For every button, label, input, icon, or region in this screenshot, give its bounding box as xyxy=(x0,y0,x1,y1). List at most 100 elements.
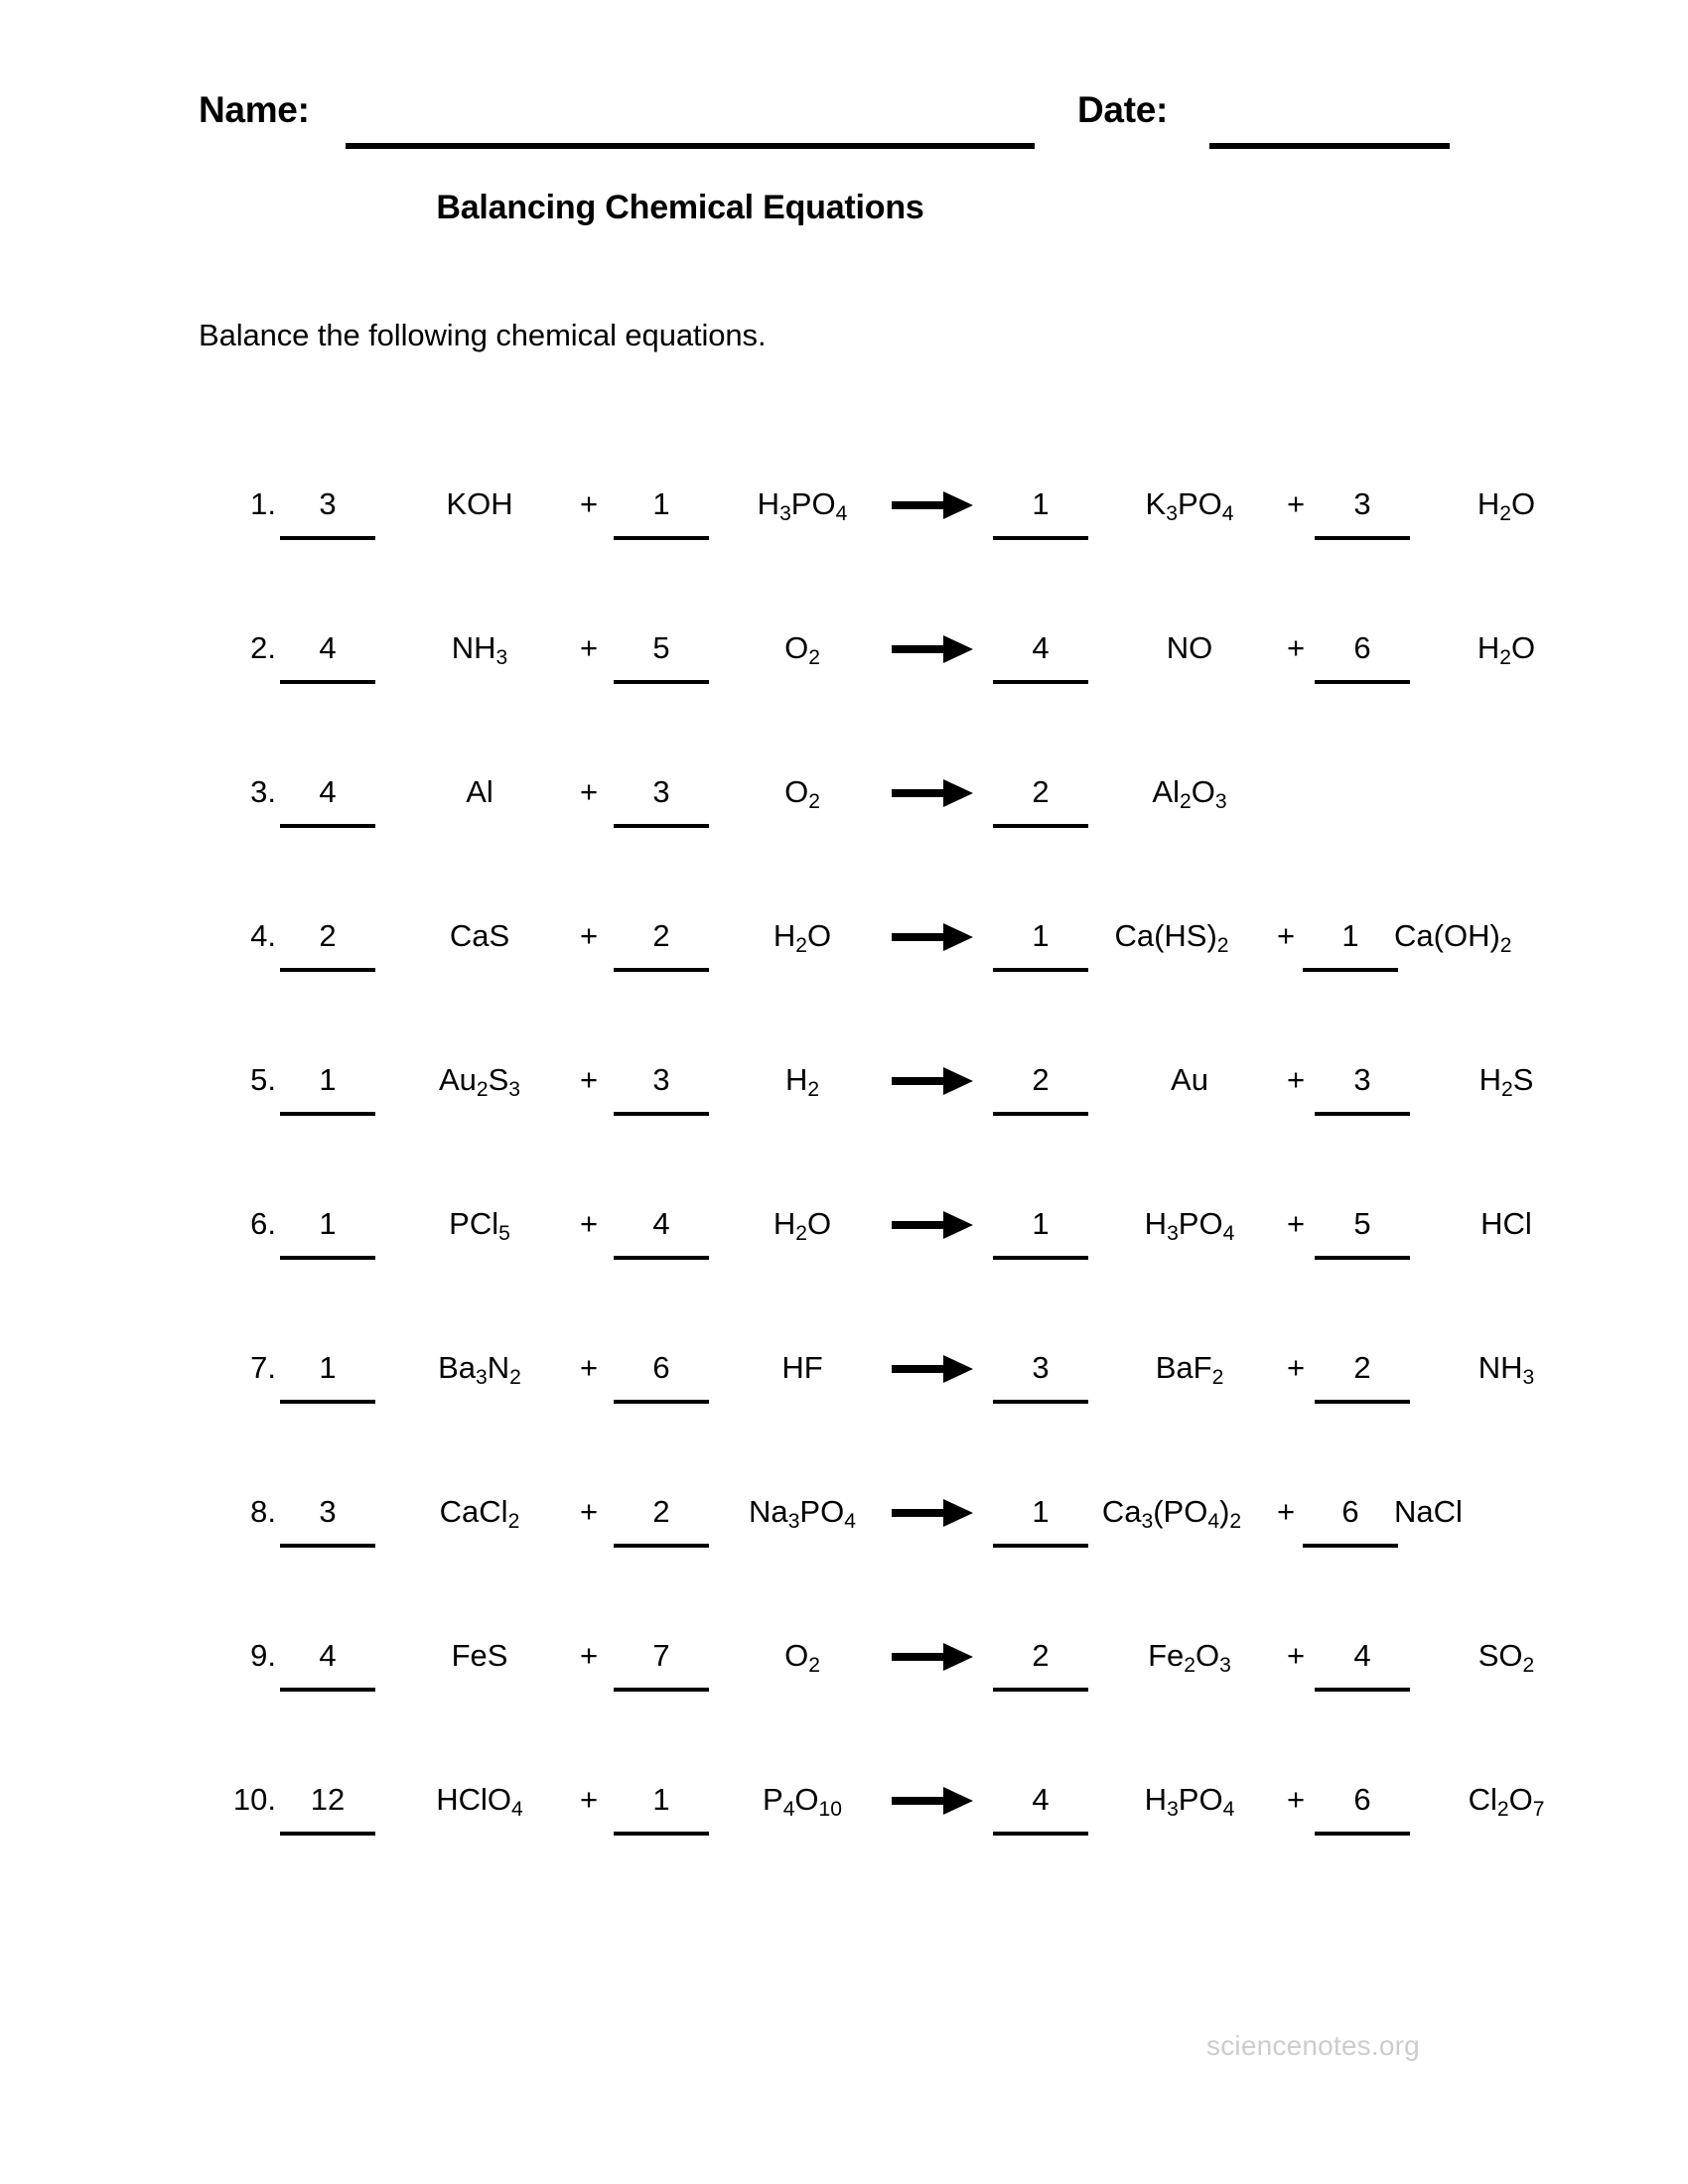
date-label: Date: xyxy=(1077,89,1169,130)
coefficient-blank-reactant-2[interactable]: 1 xyxy=(614,1780,709,1836)
coefficient-blank-product-1[interactable]: 1 xyxy=(993,484,1088,540)
formula-product-1: Ca(HS)2 xyxy=(1114,918,1229,957)
equation-row: 6. 1 PCl5 +4 H2O 1 H3PO4 +5 HCl xyxy=(0,1204,1688,1348)
equation-list: 1. 3 KOH +1 H3PO4 1 K3PO4 +3 H2O 2. 4 NH3 +5 O2 4 NO +6 H… xyxy=(0,484,1688,1924)
coefficient-blank-product-2[interactable]: 4 xyxy=(1315,1636,1410,1692)
equation-number: 2. xyxy=(250,630,276,665)
formula-reactant-2: H2O xyxy=(773,918,832,957)
coefficient-blank-product-1[interactable]: 2 xyxy=(993,1060,1088,1116)
equation-number: 10. xyxy=(232,1782,276,1817)
coefficient-blank-product-2[interactable]: 3 xyxy=(1315,484,1410,540)
equation-row: 7. 1 Ba3N2 +6 HF 3 BaF2 +2 NH3 xyxy=(0,1348,1688,1492)
coefficient-blank-reactant-2[interactable]: 7 xyxy=(614,1636,709,1692)
formula-reactant-2: HF xyxy=(781,1350,823,1385)
coefficient-blank-reactant-2[interactable]: 1 xyxy=(614,484,709,540)
formula-reactant-2: O2 xyxy=(784,630,820,669)
formula-product-1: Al2O3 xyxy=(1152,774,1227,813)
plus-sign-products: + xyxy=(1286,630,1306,665)
equation-number: 4. xyxy=(250,918,276,953)
arrow-right-icon xyxy=(892,1492,977,1532)
arrow-right-icon xyxy=(892,484,977,524)
formula-reactant-2: H2O xyxy=(773,1206,832,1245)
formula-product-1: Ca3(PO4)2 xyxy=(1101,1494,1242,1533)
coefficient-blank-reactant-1[interactable]: 3 xyxy=(280,1492,375,1548)
plus-sign-products: + xyxy=(1286,486,1306,521)
coefficient-blank-reactant-2[interactable]: 2 xyxy=(614,1492,709,1548)
coefficient-blank-product-2[interactable]: 3 xyxy=(1315,1060,1410,1116)
coefficient-blank-product-1[interactable]: 4 xyxy=(993,628,1088,684)
coefficient-blank-product-1[interactable]: 1 xyxy=(993,1204,1088,1260)
coefficient-blank-reactant-1[interactable]: 3 xyxy=(280,484,375,540)
formula-reactant-2: O2 xyxy=(784,1638,820,1677)
formula-reactant-1: KOH xyxy=(446,486,513,521)
coefficient-blank-reactant-2[interactable]: 6 xyxy=(614,1348,709,1404)
plus-sign-products: + xyxy=(1286,1350,1306,1385)
coefficient-blank-reactant-2[interactable]: 2 xyxy=(614,916,709,972)
coefficient-blank-reactant-2[interactable]: 3 xyxy=(614,1060,709,1116)
coefficient-blank-product-1[interactable]: 2 xyxy=(993,772,1088,828)
coefficient-blank-product-2[interactable]: 2 xyxy=(1315,1348,1410,1404)
formula-reactant-1: Au2S3 xyxy=(438,1062,521,1101)
coefficient-blank-reactant-1[interactable]: 12 xyxy=(280,1780,375,1836)
coefficient-blank-product-2[interactable]: 1 xyxy=(1303,916,1398,972)
equation-row: 1. 3 KOH +1 H3PO4 1 K3PO4 +3 H2O xyxy=(0,484,1688,628)
plus-sign-reactants: + xyxy=(579,774,599,809)
plus-sign-products: + xyxy=(1276,918,1296,953)
formula-reactant-1: Ba3N2 xyxy=(438,1350,521,1389)
coefficient-blank-reactant-2[interactable]: 5 xyxy=(614,628,709,684)
formula-product-1: Fe2O3 xyxy=(1148,1638,1231,1677)
plus-sign-reactants: + xyxy=(579,1206,599,1241)
coefficient-blank-product-2[interactable]: 6 xyxy=(1303,1492,1398,1548)
coefficient-blank-product-1[interactable]: 3 xyxy=(993,1348,1088,1404)
plus-sign-reactants: + xyxy=(579,1494,599,1529)
formula-reactant-1: CaS xyxy=(449,918,510,953)
formula-reactant-1: HClO4 xyxy=(436,1782,523,1821)
equation-row: 8. 3 CaCl2 +2 Na3PO4 1 Ca3(PO4)2 +6 NaCl xyxy=(0,1492,1688,1636)
formula-reactant-1: CaCl2 xyxy=(439,1494,520,1533)
coefficient-blank-reactant-1[interactable]: 1 xyxy=(280,1060,375,1116)
page-title: Balancing Chemical Equations xyxy=(436,189,924,226)
formula-product-1: NO xyxy=(1166,630,1213,665)
formula-product-1: K3PO4 xyxy=(1145,486,1234,525)
coefficient-blank-reactant-1[interactable]: 1 xyxy=(280,1348,375,1404)
coefficient-blank-reactant-2[interactable]: 4 xyxy=(614,1204,709,1260)
formula-reactant-1: PCl5 xyxy=(449,1206,510,1245)
arrow-right-icon xyxy=(892,1204,977,1244)
equation-number: 8. xyxy=(250,1494,276,1529)
coefficient-blank-product-2[interactable]: 5 xyxy=(1315,1204,1410,1260)
plus-sign-products: + xyxy=(1286,1638,1306,1673)
date-answer-line[interactable] xyxy=(1209,143,1450,149)
coefficient-blank-product-2[interactable]: 6 xyxy=(1315,1780,1410,1836)
plus-sign-products: + xyxy=(1286,1062,1306,1097)
name-label: Name: xyxy=(199,89,310,130)
formula-product-2: Cl2O7 xyxy=(1468,1782,1545,1821)
arrow-right-icon xyxy=(892,1636,977,1676)
coefficient-blank-reactant-1[interactable]: 2 xyxy=(280,916,375,972)
formula-product-2: NH3 xyxy=(1477,1350,1535,1389)
coefficient-blank-product-2[interactable]: 6 xyxy=(1315,628,1410,684)
formula-product-2: Ca(OH)2 xyxy=(1394,918,1512,957)
formula-reactant-1: FeS xyxy=(451,1638,508,1673)
coefficient-blank-reactant-1[interactable]: 4 xyxy=(280,628,375,684)
formula-product-2: H2S xyxy=(1478,1062,1534,1101)
coefficient-blank-reactant-1[interactable]: 1 xyxy=(280,1204,375,1260)
equation-number: 9. xyxy=(250,1638,276,1673)
plus-sign-reactants: + xyxy=(579,1062,599,1097)
coefficient-blank-reactant-2[interactable]: 3 xyxy=(614,772,709,828)
formula-product-2: SO2 xyxy=(1477,1638,1535,1677)
worksheet-header: Name: Date: xyxy=(0,89,1688,159)
coefficient-blank-product-1[interactable]: 4 xyxy=(993,1780,1088,1836)
plus-sign-products: + xyxy=(1286,1206,1306,1241)
plus-sign-reactants: + xyxy=(579,486,599,521)
formula-reactant-2: Na3PO4 xyxy=(749,1494,856,1533)
plus-sign-reactants: + xyxy=(579,1638,599,1673)
plus-sign-reactants: + xyxy=(579,630,599,665)
coefficient-blank-reactant-1[interactable]: 4 xyxy=(280,1636,375,1692)
equation-row: 9. 4 FeS +7 O2 2 Fe2O3 +4 SO2 xyxy=(0,1636,1688,1780)
coefficient-blank-reactant-1[interactable]: 4 xyxy=(280,772,375,828)
formula-product-1: H3PO4 xyxy=(1144,1782,1235,1821)
coefficient-blank-product-1[interactable]: 2 xyxy=(993,1636,1088,1692)
name-answer-line[interactable] xyxy=(346,143,1035,149)
formula-product-2: NaCl xyxy=(1394,1494,1463,1529)
plus-sign-reactants: + xyxy=(579,1782,599,1817)
